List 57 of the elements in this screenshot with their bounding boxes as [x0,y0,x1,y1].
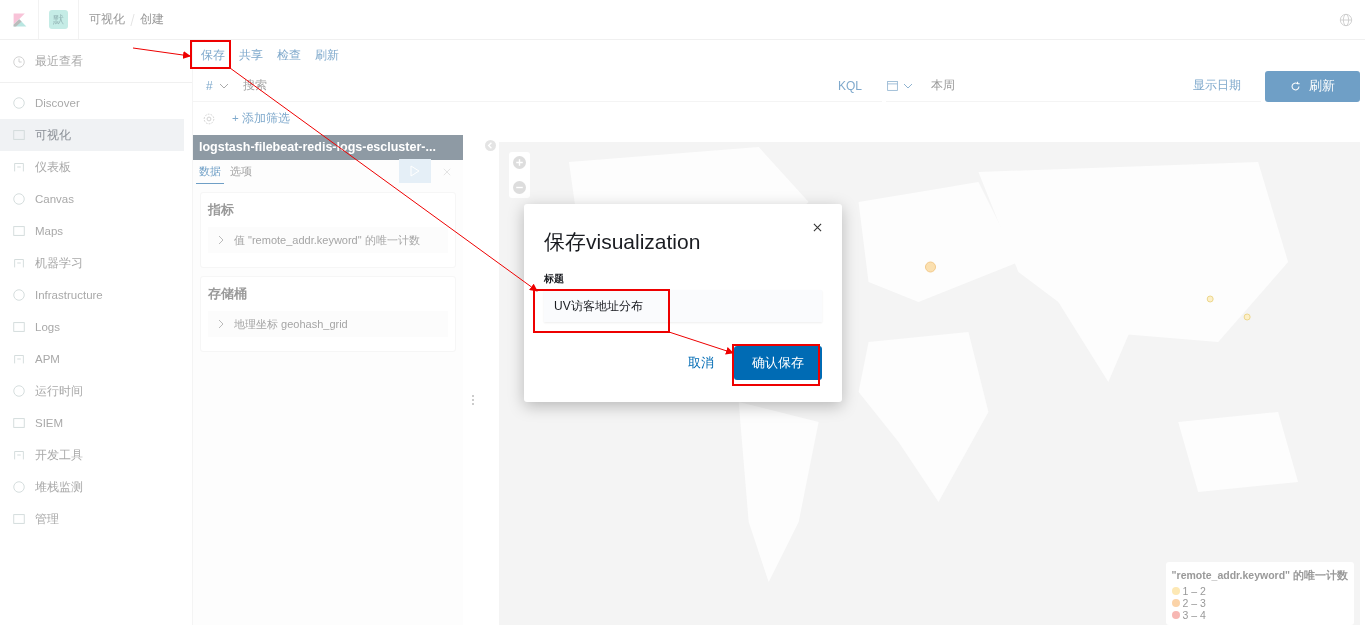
breadcrumb[interactable]: 可视化 [89,11,125,28]
play-icon [410,165,420,177]
recent-menu[interactable]: 最近查看 [0,45,184,78]
highlight-box [190,40,231,69]
editor-tab[interactable]: 数据 [196,160,224,184]
section-title: 存储桶 [208,285,248,303]
sidebar-item[interactable]: Discover [0,87,184,119]
aggregation-label: 地理坐标 geohash_grid [234,316,348,332]
zoom-out-icon[interactable] [513,181,526,194]
calendar-icon [886,79,899,92]
sidebar-item[interactable]: 管理 [0,503,184,535]
legend-label: 2 – 3 [1182,597,1206,609]
sidebar-item[interactable]: Maps [0,215,184,247]
collapse-icon[interactable] [485,140,496,151]
help-icon[interactable] [1339,12,1353,27]
sidebar-item[interactable]: Infrastructure [0,279,184,311]
add-filter-link[interactable]: + 添加筛选 [232,111,290,126]
chevron-down-icon [903,82,913,89]
cancel-link[interactable]: 取消 [688,354,714,372]
apply-button[interactable] [399,159,431,183]
dialog-title: 保存visualization [544,229,702,255]
aggregation-label: 值 "remote_addr.keyword" 的唯一计数 [234,232,420,248]
chevron-down-icon [218,82,229,89]
zoom-in-icon[interactable] [513,156,526,169]
chevron-right-icon [218,235,224,245]
annotation-arrow [132,47,191,59]
menu-link[interactable]: 共享 [239,47,263,63]
sidebar-item[interactable]: SIEM [0,407,184,439]
title-input[interactable]: UV访客地址分布 [544,290,822,322]
sidebar-item[interactable]: 仪表板 [0,151,184,183]
field-label: 标题 [544,272,565,286]
sidebar-item[interactable]: 开发工具 [0,439,184,471]
annotation-arrow [668,331,734,355]
breadcrumb[interactable]: 创建 [140,11,164,28]
sidebar-item[interactable]: 可视化 [0,119,184,151]
close-icon[interactable] [813,223,822,232]
resize-handle[interactable] [472,395,474,405]
editor-tab[interactable]: 选项 [227,160,255,184]
refresh-icon [1290,80,1301,92]
legend-label: 1 – 2 [1182,585,1206,597]
sidebar-item[interactable]: Logs [0,311,184,343]
search-field[interactable]: # 搜索 KQL [193,70,882,102]
confirm-save-button[interactable]: 确认保存 [734,346,822,380]
chevron-right-icon [218,319,224,329]
menu-link[interactable]: 检查 [277,47,301,63]
legend-title: "remote_addr.keyword" 的唯一计数 [1171,569,1348,583]
sidebar-item[interactable]: 运行时间 [0,375,184,407]
sidebar-item[interactable]: 机器学习 [0,247,184,279]
date-picker[interactable]: 本周 显示日期 [886,70,1261,102]
section-title: 指标 [208,201,235,219]
refresh-button[interactable]: 刷新 [1265,70,1360,102]
legend-label: 3 – 4 [1182,609,1206,621]
sidebar-item[interactable]: Canvas [0,183,184,215]
menu-link[interactable]: 刷新 [315,47,339,63]
sidebar-item[interactable]: APM [0,343,184,375]
menu-link[interactable]: 保存 [201,47,225,63]
sidebar-item[interactable]: 堆栈监测 [0,471,184,503]
